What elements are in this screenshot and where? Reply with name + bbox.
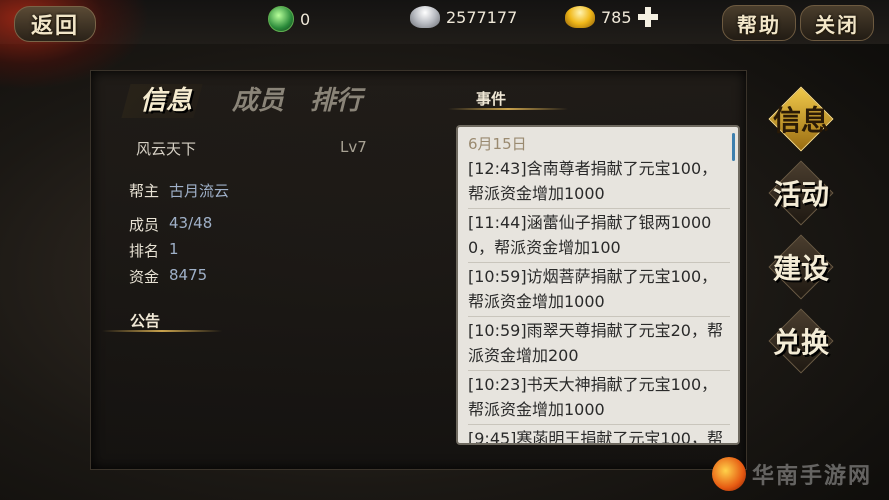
side-activity-button[interactable]: 活动 (768, 160, 834, 226)
event-item: [12:43]含南尊者捐献了元宝100，帮派资金增加1000 (468, 155, 730, 209)
side-info-button[interactable]: 信息 (768, 86, 834, 152)
event-list: [12:43]含南尊者捐献了元宝100，帮派资金增加1000 [11:44]涵蕾… (468, 155, 730, 443)
close-button[interactable]: 关闭 (800, 5, 874, 41)
event-scrollbar[interactable] (732, 133, 735, 161)
silver-ingot-icon (410, 6, 440, 28)
event-item: [10:59]雨翠天尊捐献了元宝20，帮派资金增加200 (468, 317, 730, 371)
side-info-label: 信息 (772, 104, 829, 137)
members-label: 成员 (129, 216, 160, 234)
leader-value: 古月流云 (169, 182, 230, 200)
jade-icon (268, 6, 294, 32)
funds-label: 资金 (129, 268, 160, 286)
side-build-button[interactable]: 建设 (768, 234, 834, 300)
rank-row: 排名 1 (129, 240, 179, 261)
event-item: [10:59]访烟菩萨捐献了元宝100，帮派资金增加1000 (468, 263, 730, 317)
side-activity-label: 活动 (772, 178, 829, 211)
notice-heading: 公告 (101, 312, 223, 332)
funds-value: 8475 (169, 266, 208, 284)
watermark: 华南手游网 (712, 457, 872, 491)
members-row: 成员 43/48 (129, 214, 212, 235)
silver-value: 2577177 (446, 7, 518, 27)
watermark-logo-icon (712, 457, 746, 491)
event-item: [10:23]书天大神捐献了元宝100，帮派资金增加1000 (468, 371, 730, 425)
tab-ranking[interactable]: 排行 (310, 80, 362, 117)
side-exchange-button[interactable]: 兑换 (768, 308, 834, 374)
leader-label: 帮主 (129, 182, 160, 200)
side-exchange-label: 兑换 (772, 326, 829, 359)
side-build-label: 建设 (772, 252, 829, 285)
gold-value: 785 (601, 7, 632, 27)
funds-row: 资金 8475 (129, 266, 207, 287)
guild-name: 风云天下 (136, 140, 197, 158)
leader-row: 帮主 古月流云 (129, 180, 229, 201)
back-button[interactable]: 返回 (14, 6, 96, 42)
rank-value: 1 (169, 240, 179, 258)
event-item: [9:45]寒菡明王捐献了元宝100，帮派资金增加1000 (468, 425, 730, 443)
jade-currency: 0 (268, 6, 310, 32)
silver-currency: 2577177 (410, 6, 517, 28)
tab-members[interactable]: 成员 (232, 80, 284, 117)
event-item: [11:44]涵蕾仙子捐献了银两10000，帮派资金增加100 (468, 209, 730, 263)
gold-ingot-icon (565, 6, 595, 28)
add-gold-icon[interactable] (637, 7, 658, 27)
guild-level: Lv7 (340, 138, 367, 156)
help-button[interactable]: 帮助 (722, 5, 796, 41)
rank-label: 排名 (129, 242, 160, 260)
tab-info[interactable]: 信息 (140, 80, 192, 117)
members-value: 43/48 (169, 214, 213, 232)
event-date: 6月15日 (468, 135, 527, 153)
jade-value: 0 (300, 9, 311, 29)
gold-currency: 785 (565, 6, 658, 28)
event-log[interactable]: 6月15日 [12:43]含南尊者捐献了元宝100，帮派资金增加1000 [11… (456, 125, 740, 445)
watermark-text: 华南手游网 (752, 464, 873, 489)
events-heading: 事件 (447, 90, 569, 110)
